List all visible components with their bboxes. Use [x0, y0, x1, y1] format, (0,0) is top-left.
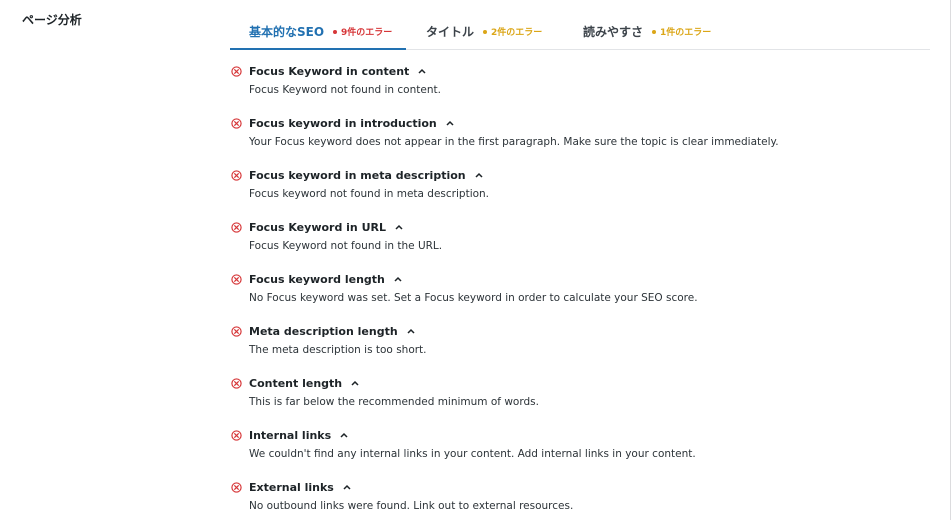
check-item: Content length This is far below the reco…	[231, 373, 931, 425]
chevron-up-icon[interactable]	[475, 172, 483, 178]
check-title: Focus Keyword in URL	[249, 220, 387, 234]
check-description: We couldn't find any internal links in y…	[249, 448, 696, 460]
error-circle-icon	[231, 481, 242, 493]
tab-basic-seo[interactable]: 基本的なSEO 9件のエラー	[230, 14, 406, 50]
error-circle-icon	[231, 117, 242, 129]
chevron-up-icon[interactable]	[407, 328, 415, 334]
check-title: Focus keyword length	[249, 272, 385, 286]
check-title: Focus Keyword in content	[249, 64, 410, 78]
check-description: This is far below the recommended minimu…	[249, 396, 539, 408]
check-header[interactable]: Focus keyword length	[231, 269, 931, 289]
chevron-up-icon[interactable]	[395, 224, 403, 230]
check-header[interactable]: External links	[231, 477, 931, 497]
check-item: Meta description length The meta descript…	[231, 321, 931, 373]
check-list: Focus Keyword in content Focus Keyword no…	[231, 61, 931, 520]
error-circle-icon	[231, 65, 242, 77]
check-description: No outbound links were found. Link out t…	[249, 500, 574, 512]
chevron-up-icon[interactable]	[351, 380, 359, 386]
check-header[interactable]: Focus keyword in introduction	[231, 113, 931, 133]
tab-label: タイトル	[426, 25, 475, 39]
error-count-text: 9件のエラー	[341, 28, 393, 38]
check-title: External links	[249, 480, 334, 494]
warning-dot-icon	[483, 29, 488, 34]
check-description: Focus Keyword not found in content.	[249, 84, 441, 96]
tab-label: 読みやすさ	[583, 25, 644, 39]
chevron-up-icon[interactable]	[446, 120, 454, 126]
chevron-up-icon[interactable]	[340, 432, 348, 438]
check-item: Internal links We couldn't find any inter…	[231, 425, 931, 477]
check-title: Focus keyword in meta description	[249, 168, 466, 182]
section-label: ページ分析	[22, 13, 82, 27]
analysis-tabs: 基本的なSEO 9件のエラー タイトル 2件のエラー 読みやすさ 1件のエラー	[230, 14, 930, 50]
check-header[interactable]: Focus Keyword in content	[231, 61, 931, 81]
check-item: Focus Keyword in URL Focus Keyword not fo…	[231, 217, 931, 269]
chevron-up-icon[interactable]	[418, 68, 426, 74]
check-header[interactable]: Internal links	[231, 425, 931, 445]
check-header[interactable]: Focus Keyword in URL	[231, 217, 931, 237]
check-description: Focus keyword not found in meta descript…	[249, 188, 490, 200]
error-circle-icon	[231, 377, 242, 389]
check-header[interactable]: Focus keyword in meta description	[231, 165, 931, 185]
tab-readability[interactable]: 読みやすさ 1件のエラー	[583, 14, 711, 47]
error-count-text: 2件のエラー	[491, 28, 543, 38]
check-item: Focus keyword in introduction Your Focus …	[231, 113, 931, 165]
error-count-badge: 9件のエラー	[333, 25, 392, 38]
check-title: Focus keyword in introduction	[249, 116, 437, 130]
check-description: Your Focus keyword does not appear in th…	[249, 136, 779, 148]
page-analysis-panel: ページ分析 基本的なSEO 9件のエラー タイトル 2件のエラー 読みやすさ 1…	[0, 0, 951, 520]
check-item: External links No outbound links were fou…	[231, 477, 931, 520]
check-description: No Focus keyword was set. Set a Focus ke…	[249, 292, 698, 304]
check-title: Content length	[249, 376, 343, 390]
error-circle-icon	[231, 221, 242, 233]
warning-dot-icon	[652, 29, 657, 34]
error-circle-icon	[231, 429, 242, 441]
error-circle-icon	[231, 273, 242, 285]
tab-title[interactable]: タイトル 2件のエラー	[426, 14, 542, 47]
error-dot-icon	[333, 29, 338, 34]
check-item: Focus Keyword in content Focus Keyword no…	[231, 61, 931, 113]
check-description: Focus Keyword not found in the URL.	[249, 240, 443, 252]
error-count-badge: 1件のエラー	[652, 25, 711, 38]
check-title: Internal links	[249, 428, 332, 442]
check-description: The meta description is too short.	[249, 344, 427, 356]
check-header[interactable]: Meta description length	[231, 321, 931, 341]
error-circle-icon	[231, 325, 242, 337]
chevron-up-icon[interactable]	[343, 484, 351, 490]
error-count-badge: 2件のエラー	[483, 25, 542, 38]
check-title: Meta description length	[249, 324, 398, 338]
error-count-text: 1件のエラー	[660, 28, 712, 38]
check-item: Focus keyword in meta description Focus k…	[231, 165, 931, 217]
check-item: Focus keyword length No Focus keyword was…	[231, 269, 931, 321]
chevron-up-icon[interactable]	[394, 276, 402, 282]
tab-label: 基本的なSEO	[249, 25, 325, 39]
check-header[interactable]: Content length	[231, 373, 931, 393]
error-circle-icon	[231, 169, 242, 181]
